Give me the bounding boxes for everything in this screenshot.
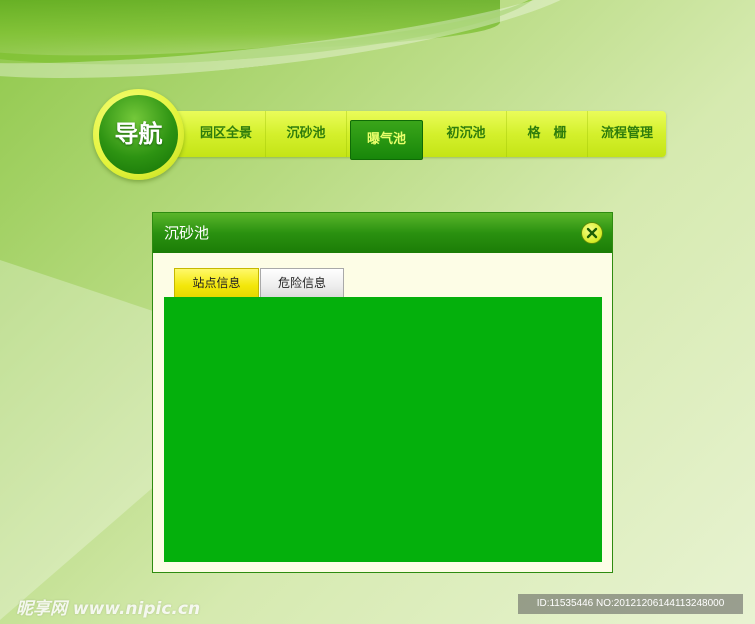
close-button[interactable] bbox=[581, 222, 603, 244]
tab-station-info[interactable]: 站点信息 bbox=[174, 268, 259, 297]
nav-logo-text: 导航 bbox=[99, 95, 178, 174]
nav-item-park-overview[interactable]: 园区全景 bbox=[187, 111, 266, 157]
background-swoosh-highlight bbox=[0, 0, 605, 106]
station-dialog: 沉砂池 站点信息 危险信息 bbox=[152, 212, 613, 573]
watermark-brand: 昵享网 www.nipic.cn bbox=[16, 599, 201, 619]
nav-item-screen[interactable]: 格 栅 bbox=[507, 111, 588, 157]
nav-logo: 导航 bbox=[93, 89, 184, 180]
dialog-title: 沉砂池 bbox=[164, 224, 210, 242]
main-nav-bar: 园区全景 沉砂池 曝气池 初沉池 格 栅 流程管理 bbox=[160, 111, 666, 160]
nav-item-aeration-tank[interactable]: 曝气池 bbox=[350, 120, 423, 160]
watermark-id: ID:11535446 NO:20121206144113248000 bbox=[518, 594, 743, 614]
nav-item-process-management[interactable]: 流程管理 bbox=[588, 111, 666, 157]
close-icon bbox=[586, 227, 598, 239]
nav-item-grit-chamber[interactable]: 沉砂池 bbox=[266, 111, 347, 157]
tab-content-panel bbox=[164, 297, 602, 562]
dialog-header: 沉砂池 bbox=[153, 213, 612, 253]
tab-danger-info[interactable]: 危险信息 bbox=[260, 268, 344, 297]
nav-item-primary-clarifier[interactable]: 初沉池 bbox=[426, 111, 507, 157]
